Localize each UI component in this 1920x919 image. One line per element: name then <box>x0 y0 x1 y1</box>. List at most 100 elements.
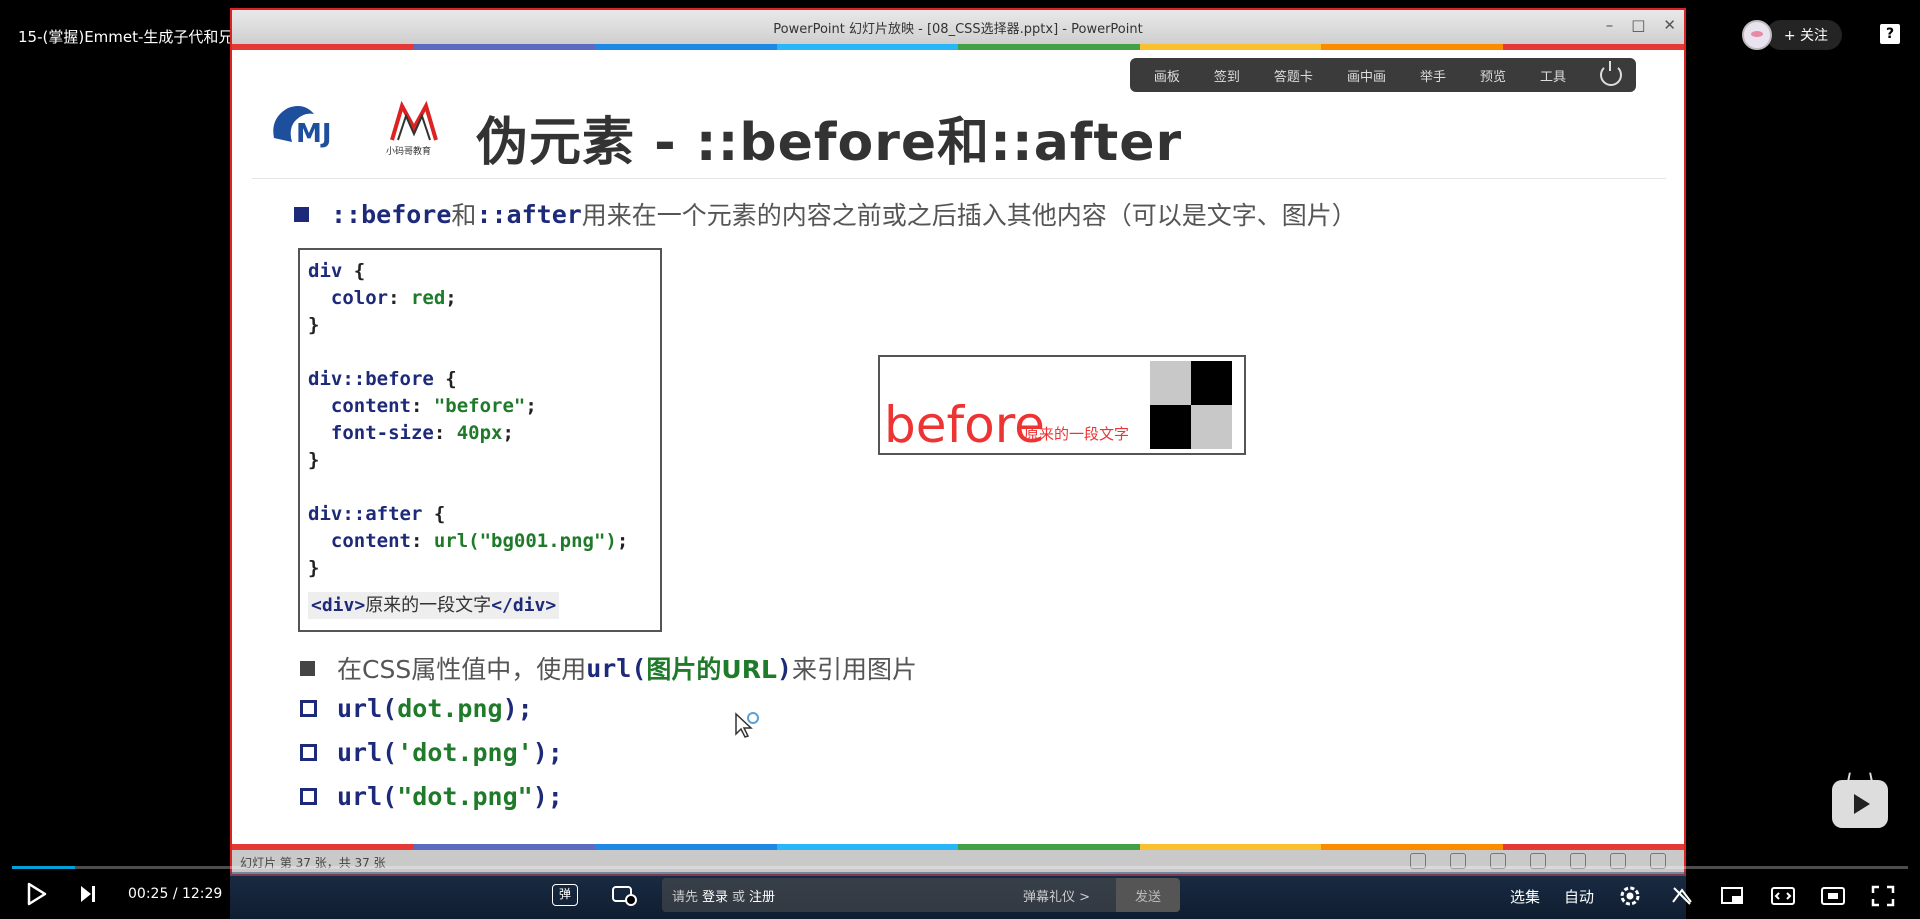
danmaku-toggle[interactable]: 弹 <box>552 884 578 906</box>
demo-before-text: before <box>884 396 1045 454</box>
code-before: ::before <box>331 199 452 229</box>
css-brace: } <box>308 314 320 336</box>
danmaku-settings-icon[interactable] <box>612 884 638 906</box>
progress-bar[interactable] <box>12 866 1908 869</box>
current-time: 00:25 <box>128 886 169 902</box>
css-brace: { <box>422 503 446 525</box>
code-line: } <box>308 447 652 474</box>
time-display: 00:25 / 12:29 <box>128 886 222 902</box>
css-semicolon: ; <box>616 530 629 552</box>
window-controls: – □ ✕ <box>1606 16 1676 34</box>
css-value: "before" <box>433 395 526 417</box>
css-semicolon: ; <box>445 287 457 309</box>
next-icon[interactable] <box>78 882 98 906</box>
toolbar-item-tools: 工具 <box>1539 69 1566 85</box>
mj-logo: MJ <box>273 106 332 149</box>
code-url: url( <box>337 782 398 811</box>
code-line: div::after { <box>308 501 652 528</box>
code-url-close: ); <box>502 694 533 723</box>
login-link[interactable]: 登录 <box>702 886 728 905</box>
time-separator: / <box>172 886 178 902</box>
mirror-off-icon[interactable] <box>1670 884 1694 908</box>
bullet-url: 在CSS属性值中，使用 url( 图片的URL ) 来引用图片 <box>300 650 917 686</box>
settings-icon[interactable] <box>1618 884 1642 908</box>
code-line: font-size: 40px; <box>308 420 652 447</box>
toolbar-item-signin: 签到 <box>1213 69 1240 85</box>
ppt-window-title: PowerPoint 幻灯片放映 - [08_CSS选择器.pptx] - Po… <box>773 21 1143 37</box>
url-arg: 图片的URL <box>646 655 777 684</box>
css-property: color <box>308 287 389 309</box>
code-line: div::before { <box>308 366 652 393</box>
minimize-icon: – <box>1605 16 1614 34</box>
css-brace: { <box>342 260 366 282</box>
duration: 12:29 <box>181 886 223 902</box>
html-close-tag: </div> <box>491 595 557 616</box>
video-player[interactable]: 15-(掌握)Emmet-生成子代和兄弟元素 + 关注 ? PowerPoint… <box>0 0 1920 919</box>
power-icon <box>1600 61 1622 86</box>
hollow-square-icon <box>300 700 317 717</box>
powerpoint-window: PowerPoint 幻灯片放映 - [08_CSS选择器.pptx] - Po… <box>230 8 1686 876</box>
url-arg: dot.png <box>397 694 503 723</box>
bullet-text: 来引用图片 <box>791 655 917 684</box>
html-text: 原来的一段文字 <box>365 595 492 616</box>
fullscreen-icon[interactable] <box>1870 884 1896 908</box>
css-semicolon: ; <box>525 395 537 417</box>
css-colon: : <box>433 422 457 444</box>
danmaku-input[interactable]: 请先 登录 或 注册 弹幕礼仪 > 发送 <box>662 878 1180 912</box>
bullet-square-icon <box>300 660 315 676</box>
logo-group: MJ 小码哥教育 <box>264 98 464 156</box>
css-colon: : <box>410 395 434 417</box>
code-url-close: ) <box>776 653 792 683</box>
css-property: content <box>308 395 411 417</box>
play-icon[interactable] <box>26 882 48 906</box>
progress-fill <box>12 866 75 869</box>
player-controls: 00:25 / 12:29 弹 请先 登录 或 注册 弹幕礼仪 > 发送 选集 … <box>0 872 1920 919</box>
picture-in-picture-icon[interactable] <box>1720 884 1746 908</box>
css-selector: div::after <box>308 503 423 525</box>
bullet-before-after: ::before 和 ::after 用来在一个元素的内容之前或之后插入其他内容… <box>294 196 1357 232</box>
toolbar-item-preview: 预览 <box>1479 69 1506 85</box>
css-code-block: div { color: red;} div::before { content:… <box>298 248 662 632</box>
send-button[interactable]: 发送 <box>1116 878 1180 912</box>
help-button[interactable]: ? <box>1880 24 1900 44</box>
ppt-titlebar: PowerPoint 幻灯片放映 - [08_CSS选择器.pptx] - Po… <box>232 10 1684 44</box>
example-url-1: url( dot.png ); <box>300 694 533 723</box>
css-selector: div <box>308 260 343 282</box>
css-selector: div::before <box>308 368 434 390</box>
checker-image <box>1150 361 1232 449</box>
toolbar-item-raise-hand: 举手 <box>1419 69 1446 85</box>
svg-text:MJ: MJ <box>296 119 332 149</box>
register-link[interactable]: 注册 <box>749 886 775 905</box>
demo-original-text: 原来的一段文字 <box>1024 425 1130 443</box>
code-line: } <box>308 312 652 339</box>
widescreen-icon[interactable] <box>1770 884 1796 908</box>
danmaku-etiquette-link[interactable]: 弹幕礼仪 > <box>1023 886 1090 905</box>
slide: 画板 签到 答题卡 画中画 举手 预览 工具 MJ 小码哥教育 伪元素 -::… <box>244 50 1674 845</box>
follow-button[interactable]: + 关注 <box>1765 20 1842 50</box>
code-line: content: url("bg001.png"); <box>308 528 652 555</box>
close-icon: ✕ <box>1663 16 1676 34</box>
code-after: ::after <box>476 199 582 229</box>
xmg-logo: 小码哥教育 <box>386 100 438 156</box>
slide-title: 伪元素 - ::before和::after <box>476 113 1183 173</box>
toolbar-item-pip: 画中画 <box>1346 69 1386 85</box>
bilibili-tv-icon[interactable] <box>1832 780 1888 828</box>
autoplay-button[interactable]: 自动 <box>1564 886 1594 907</box>
uploader-avatar[interactable] <box>1741 20 1772 50</box>
web-fullscreen-icon[interactable] <box>1820 884 1846 908</box>
code-line: color: red; <box>308 285 652 312</box>
html-snippet: <div>原来的一段文字</div> <box>308 592 560 619</box>
url-arg: 'dot.png' <box>397 738 533 767</box>
danmaku-hint: 请先 <box>672 889 699 905</box>
demo-preview: before 原来的一段文字 <box>878 355 1246 455</box>
code-line: } <box>308 555 652 582</box>
danmaku-hint: 或 <box>732 889 746 905</box>
hollow-square-icon <box>300 744 317 761</box>
code-url: url( <box>337 694 398 723</box>
example-url-3: url( "dot.png" ); <box>300 782 563 811</box>
slide-toolbar: 画板 签到 答题卡 画中画 举手 预览 工具 <box>1129 58 1636 92</box>
title-divider <box>252 178 1666 179</box>
css-colon: : <box>388 287 411 309</box>
episodes-button[interactable]: 选集 <box>1510 886 1540 907</box>
